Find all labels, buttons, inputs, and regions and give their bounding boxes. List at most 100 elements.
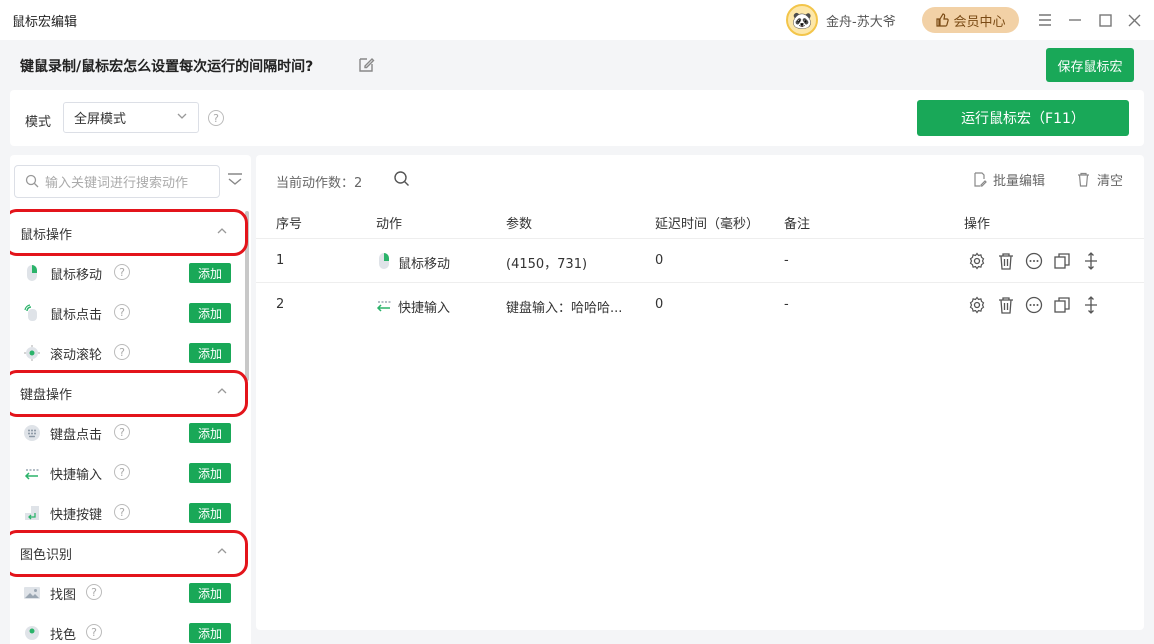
row-action: 鼠标移动 [398,257,451,272]
row-index: 2 [276,297,285,312]
tool-label: 快捷按键 [50,508,103,523]
help-icon[interactable]: ? [86,584,102,600]
delete-icon[interactable] [997,252,1015,270]
row-note: - [784,253,789,268]
run-macro-button[interactable]: 运行鼠标宏（F11） [917,100,1129,136]
edit-icon[interactable] [356,55,376,75]
divider [256,238,1144,239]
settings-icon[interactable] [968,296,986,314]
tool-label: 键盘点击 [50,428,103,443]
chevron-up-icon [216,545,228,560]
tool-quick-input: 快捷输入 ? 添加 [10,453,246,493]
row-delay: 0 [655,253,664,268]
collapse-all-icon[interactable] [226,171,244,189]
scroll-wheel-icon [24,345,40,361]
close-button[interactable] [1122,8,1146,32]
batch-edit-button[interactable]: 批量编辑 [972,170,1045,189]
add-button[interactable]: 添加 [189,263,231,283]
copy-icon[interactable] [1053,296,1071,314]
add-button[interactable]: 添加 [189,583,231,603]
minimize-button[interactable] [1063,8,1087,32]
drag-handle-icon[interactable] [1082,296,1100,314]
mouse-move-icon [379,253,389,269]
help-icon[interactable]: ? [114,264,130,280]
settings-icon[interactable] [968,252,986,270]
tool-label: 滚动滚轮 [50,348,103,363]
minimize-icon [1069,19,1081,21]
tool-scroll-wheel: 滚动滚轮 ? 添加 [10,333,246,373]
hamburger-icon [1039,14,1051,26]
more-icon[interactable] [1025,296,1043,314]
tool-mouse-click: 鼠标点击 ? 添加 [10,293,246,333]
maximize-icon [1098,13,1112,27]
help-icon[interactable]: ? [114,464,130,480]
add-button[interactable]: 添加 [189,463,231,483]
add-button[interactable]: 添加 [189,303,231,323]
drag-handle-icon[interactable] [1082,252,1100,270]
quick-input-icon [376,301,391,312]
row-params: (4150，731) [506,257,588,272]
tool-hotkey: 快捷按键 ? 添加 [10,493,246,533]
mouse-click-icon [24,304,37,321]
category-title: 鼠标操作 [20,227,73,243]
category-keyboard[interactable]: 键盘操作 [10,373,246,413]
help-icon[interactable]: ? [208,110,224,126]
tool-keyboard-click: 键盘点击 ? 添加 [10,413,246,453]
batch-edit-label: 批量编辑 [993,174,1046,189]
username[interactable]: 金舟-苏大爷 [826,11,896,30]
column-header-params: 参数 [506,217,533,232]
mode-label: 模式 [25,115,52,130]
macro-name[interactable]: 键鼠录制/鼠标宏怎么设置每次运行的间隔时间? [20,56,313,76]
divider [256,282,1144,283]
help-icon[interactable]: ? [114,344,130,360]
save-macro-button[interactable]: 保存鼠标宏 [1046,48,1134,82]
hotkey-icon [25,506,39,520]
more-icon[interactable] [1025,252,1043,270]
row-action: 快捷输入 [398,301,451,316]
action-search-input[interactable]: 输入关键词进行搜索动作 [14,165,220,198]
column-header-operations: 操作 [964,217,991,232]
thumbs-up-icon [936,13,950,27]
category-image-color[interactable]: 图色识别 [10,533,246,573]
column-header-delay: 延迟时间（毫秒） [655,217,760,232]
row-delay: 0 [655,297,664,312]
add-button[interactable]: 添加 [189,343,231,363]
batch-edit-icon [974,172,987,187]
image-icon [24,587,40,599]
search-icon[interactable] [393,170,410,187]
help-icon[interactable]: ? [86,624,102,640]
clear-button[interactable]: 清空 [1076,170,1123,189]
add-button[interactable]: 添加 [189,423,231,443]
delete-icon[interactable] [997,296,1015,314]
menu-button[interactable] [1033,8,1057,32]
help-icon[interactable]: ? [114,424,130,440]
column-header-index: 序号 [276,217,303,232]
add-button[interactable]: 添加 [189,503,231,523]
mode-select[interactable]: 全屏模式 [63,102,199,133]
macro-name-row: 键鼠录制/鼠标宏怎么设置每次运行的间隔时间? 保存鼠标宏 [0,40,1154,90]
tool-label: 找色 [50,628,77,643]
tool-label: 快捷输入 [50,468,103,483]
clear-label: 清空 [1097,174,1124,189]
chevron-up-icon [216,385,228,400]
copy-icon[interactable] [1053,252,1071,270]
column-header-note: 备注 [784,217,811,232]
avatar[interactable]: 🐼 [786,4,818,36]
tool-find-image: 找图 ? 添加 [10,573,246,613]
tool-label: 鼠标点击 [50,308,103,323]
tool-mouse-move: 鼠标移动 ? 添加 [10,253,246,293]
help-icon[interactable]: ? [114,304,130,320]
row-index: 1 [276,253,285,268]
search-placeholder: 输入关键词进行搜索动作 [45,176,189,191]
add-button[interactable]: 添加 [189,623,231,643]
mode-value: 全屏模式 [74,112,127,127]
maximize-button[interactable] [1093,8,1117,32]
vip-center-button[interactable]: 会员中心 [922,7,1019,33]
tool-label: 鼠标移动 [50,268,103,283]
chevron-down-icon [176,110,188,125]
category-mouse[interactable]: 鼠标操作 [10,213,246,253]
action-list-panel: 当前动作数：2 批量编辑 清空 序号 动作 参数 延迟时间（毫秒） 备注 操作 … [256,155,1144,630]
quick-input-icon [24,469,39,480]
tool-label: 找图 [50,588,77,603]
help-icon[interactable]: ? [114,504,130,520]
